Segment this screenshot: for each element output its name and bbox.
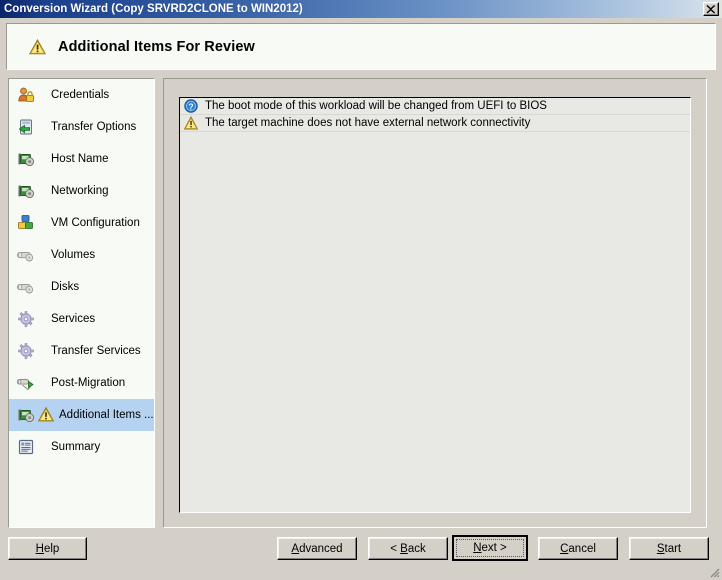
- networking-icon: [17, 182, 35, 200]
- sidebar-item-disks[interactable]: Disks: [9, 271, 154, 303]
- summary-icon: [17, 438, 35, 456]
- start-button-mnemonic: S: [656, 542, 665, 555]
- sidebar-item-label: Post-Migration: [51, 377, 126, 389]
- sidebar-item-transfer-options[interactable]: Transfer Options: [9, 111, 154, 143]
- disks-icon: [17, 278, 35, 296]
- main-content-panel: ? The boot mode of this workload will be…: [163, 78, 707, 528]
- sidebar-item-label: Transfer Services: [51, 345, 141, 357]
- help-button-mnemonic: H: [35, 542, 44, 555]
- sidebar-item-services[interactable]: Services: [9, 303, 154, 335]
- close-button[interactable]: [703, 2, 719, 16]
- back-button-prefix: <: [390, 542, 401, 555]
- sidebar-item-label: Additional Items ...: [59, 409, 154, 421]
- sidebar-item-networking[interactable]: Networking: [9, 175, 154, 207]
- advanced-button-mnemonic: A: [291, 542, 300, 555]
- sidebar-item-label: Summary: [51, 441, 101, 453]
- host-name-icon: [17, 150, 35, 168]
- sidebar-item-host-name[interactable]: Host Name: [9, 143, 154, 175]
- vm-configuration-icon: [17, 214, 35, 232]
- list-item-text: The target machine does not have externa…: [205, 117, 531, 129]
- sidebar-item-label: Networking: [51, 185, 109, 197]
- close-icon: [706, 5, 716, 14]
- window-title: Conversion Wizard (Copy SRVRD2CLONE to W…: [4, 3, 303, 15]
- sidebar-item-vm-configuration[interactable]: VM Configuration: [9, 207, 154, 239]
- sidebar-item-label: VM Configuration: [51, 217, 140, 229]
- back-button[interactable]: < Back: [368, 537, 448, 560]
- sidebar-item-label: Services: [51, 313, 96, 325]
- transfer-options-icon: [17, 118, 35, 136]
- sidebar-item-post-migration[interactable]: Post-Migration: [9, 367, 154, 399]
- start-button-label: tart: [664, 542, 682, 555]
- transfer-services-icon: [17, 342, 35, 360]
- resize-grip-icon[interactable]: [706, 564, 720, 578]
- list-item[interactable]: ? The boot mode of this workload will be…: [180, 98, 690, 115]
- review-items-list[interactable]: ? The boot mode of this workload will be…: [179, 97, 691, 513]
- sidebar-item-transfer-services[interactable]: Transfer Services: [9, 335, 154, 367]
- start-button[interactable]: Start: [629, 537, 709, 560]
- svg-text:?: ?: [188, 101, 193, 111]
- warning-triangle-icon: [29, 38, 46, 54]
- sidebar-item-additional-items[interactable]: Additional Items ...: [9, 399, 154, 431]
- help-button[interactable]: Help: [8, 537, 87, 560]
- info-icon: ?: [184, 99, 198, 113]
- sidebar-item-credentials[interactable]: Credentials: [9, 79, 154, 111]
- next-button-mnemonic: N: [473, 542, 482, 554]
- sidebar-item-summary[interactable]: Summary: [9, 431, 154, 463]
- advanced-button-label: dvanced: [299, 542, 343, 555]
- sidebar-warning-icon: [37, 406, 55, 423]
- warning-icon: [183, 115, 199, 130]
- post-migration-icon: [16, 374, 35, 392]
- next-button[interactable]: Next >: [452, 535, 528, 561]
- volumes-icon: [17, 246, 35, 264]
- services-icon: [17, 310, 35, 328]
- wizard-step-sidebar[interactable]: Credentials Transfer Options Host Name N…: [8, 78, 155, 528]
- additional-items-icon: [17, 406, 35, 424]
- window-titlebar[interactable]: Conversion Wizard (Copy SRVRD2CLONE to W…: [0, 0, 722, 18]
- help-button-label: elp: [43, 542, 60, 555]
- titlebar-button-group: [703, 2, 719, 16]
- cancel-button-label: ancel: [568, 542, 596, 555]
- cancel-button[interactable]: Cancel: [538, 537, 618, 560]
- credentials-icon: [17, 86, 35, 104]
- next-button-label: ext >: [481, 542, 507, 554]
- sidebar-item-label: Credentials: [51, 89, 110, 101]
- sidebar-item-label: Disks: [51, 281, 80, 293]
- sidebar-item-volumes[interactable]: Volumes: [9, 239, 154, 271]
- sidebar-item-label: Host Name: [51, 153, 109, 165]
- page-header-banner: Additional Items For Review: [6, 23, 716, 70]
- sidebar-item-label: Volumes: [51, 249, 96, 261]
- advanced-button[interactable]: Advanced: [277, 537, 357, 560]
- list-item-text: The boot mode of this workload will be c…: [205, 100, 547, 112]
- back-button-mnemonic: B: [400, 542, 408, 555]
- page-title: Additional Items For Review: [58, 38, 255, 55]
- list-item[interactable]: The target machine does not have externa…: [180, 115, 690, 132]
- sidebar-item-label: Transfer Options: [51, 121, 137, 133]
- back-button-label: ack: [407, 542, 426, 555]
